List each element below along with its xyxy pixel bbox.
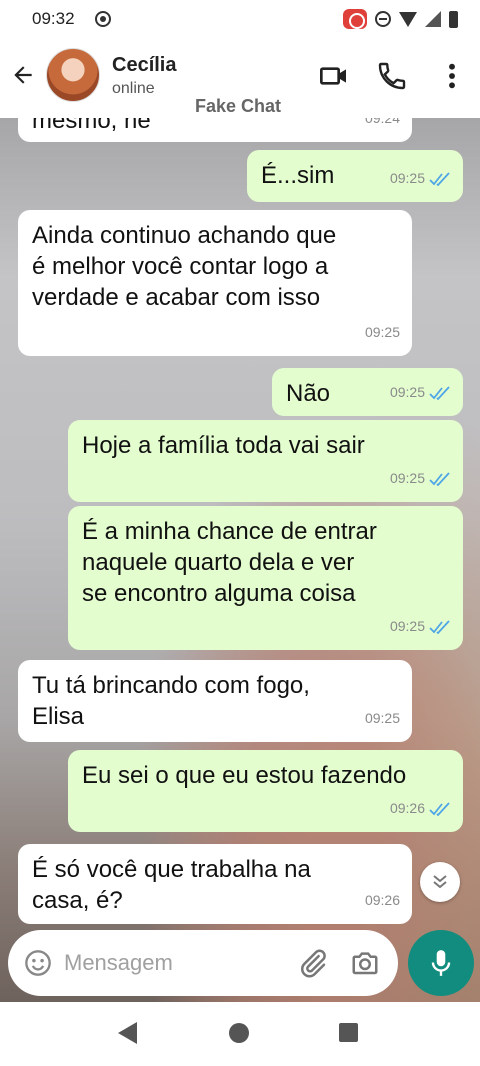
more-options-icon[interactable] (436, 60, 468, 92)
signal-icon (425, 11, 441, 27)
scroll-to-bottom-button[interactable] (420, 862, 460, 902)
message-bubble-outgoing[interactable]: Eu sei o que eu estou fazendo 09:26 (68, 750, 463, 832)
read-ticks-icon (429, 801, 450, 816)
nav-home-icon[interactable] (229, 1023, 249, 1043)
message-time: 09:25 (364, 324, 400, 340)
chat-area[interactable]: mesmo, né 09:24 É...sim 09:25 Ainda cont… (0, 118, 480, 1002)
message-time: 09:24 (364, 118, 400, 126)
message-time: 09:26 (364, 892, 400, 908)
attach-icon[interactable] (298, 948, 328, 978)
contact-name[interactable]: Cecília (112, 54, 176, 77)
camera-icon[interactable] (350, 948, 380, 978)
message-time: 09:25 (364, 710, 400, 726)
message-text: É a minha chance de entrar naquele quart… (82, 518, 377, 607)
phone-icon[interactable] (376, 60, 408, 92)
contact-status: online (112, 80, 155, 97)
message-bubble-outgoing[interactable]: É a minha chance de entrar naquele quart… (68, 506, 463, 650)
message-bubble-incoming[interactable]: mesmo, né 09:24 (18, 118, 412, 142)
message-bubble-incoming[interactable]: Ainda continuo achando que é melhor você… (18, 210, 412, 356)
chat-header: Cecília online Fake Chat (0, 38, 480, 118)
message-text: Hoje a família toda vai sair (82, 432, 365, 459)
message-composer (8, 930, 398, 996)
status-time: 09:32 (32, 9, 75, 28)
message-bubble-incoming[interactable]: É só você que trabalha na casa, é? 09:26 (18, 844, 412, 924)
message-bubble-outgoing[interactable]: Hoje a família toda vai sair 09:25 (68, 420, 463, 502)
microphone-button[interactable] (408, 930, 474, 996)
message-text: Eu sei o que eu estou fazendo (82, 762, 407, 789)
status-bar: 09:32 (0, 0, 480, 38)
avatar[interactable] (46, 48, 100, 102)
battery-icon (449, 10, 458, 28)
read-ticks-icon (429, 171, 450, 186)
read-ticks-icon (429, 385, 450, 400)
message-time: 09:25 (389, 470, 425, 486)
message-time: 09:26 (389, 800, 425, 816)
status-icons (343, 9, 458, 29)
read-ticks-icon (429, 619, 450, 634)
do-not-disturb-icon (375, 11, 391, 27)
message-time: 09:25 (389, 170, 425, 186)
message-text: É só você que trabalha na casa, é? (32, 856, 311, 914)
microphone-icon (431, 950, 451, 976)
message-text: Ainda continuo achando que é melhor você… (32, 222, 337, 311)
message-bubble-incoming[interactable]: Tu tá brincando com fogo, Elisa 09:25 (18, 660, 412, 742)
system-navigation-bar (0, 1002, 480, 1066)
message-bubble-outgoing[interactable]: É...sim 09:25 (247, 150, 463, 202)
fake-chat-watermark: Fake Chat (195, 96, 282, 116)
nav-recents-icon[interactable] (339, 1023, 358, 1042)
message-time: 09:25 (389, 618, 425, 634)
recording-indicator-icon (343, 9, 367, 29)
message-text: Tu tá brincando com fogo, Elisa (32, 672, 310, 730)
read-ticks-icon (429, 471, 450, 486)
screen-record-notification-icon (94, 11, 111, 27)
nav-back-icon[interactable] (118, 1022, 137, 1044)
video-call-icon[interactable] (318, 60, 350, 92)
double-chevron-down-icon (433, 875, 447, 889)
message-bubble-outgoing[interactable]: Não 09:25 (272, 368, 463, 416)
message-time: 09:25 (389, 384, 425, 400)
emoji-icon[interactable] (24, 949, 52, 977)
message-input[interactable] (64, 944, 284, 982)
wifi-icon (399, 11, 417, 27)
back-arrow-icon[interactable] (10, 62, 36, 88)
message-text: mesmo, né (32, 118, 151, 134)
